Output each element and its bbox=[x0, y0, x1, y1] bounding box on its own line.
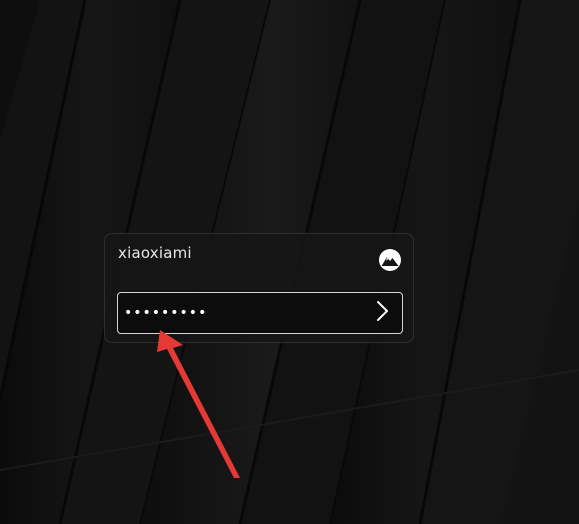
username-label: xiaoxiami bbox=[118, 244, 192, 262]
chevron-right-icon bbox=[374, 300, 390, 326]
password-field-container bbox=[117, 292, 403, 334]
password-input[interactable] bbox=[124, 299, 364, 327]
login-card: xiaoxiami bbox=[104, 233, 414, 343]
mountain-logo-icon bbox=[378, 248, 402, 272]
submit-login-button[interactable] bbox=[368, 299, 396, 327]
